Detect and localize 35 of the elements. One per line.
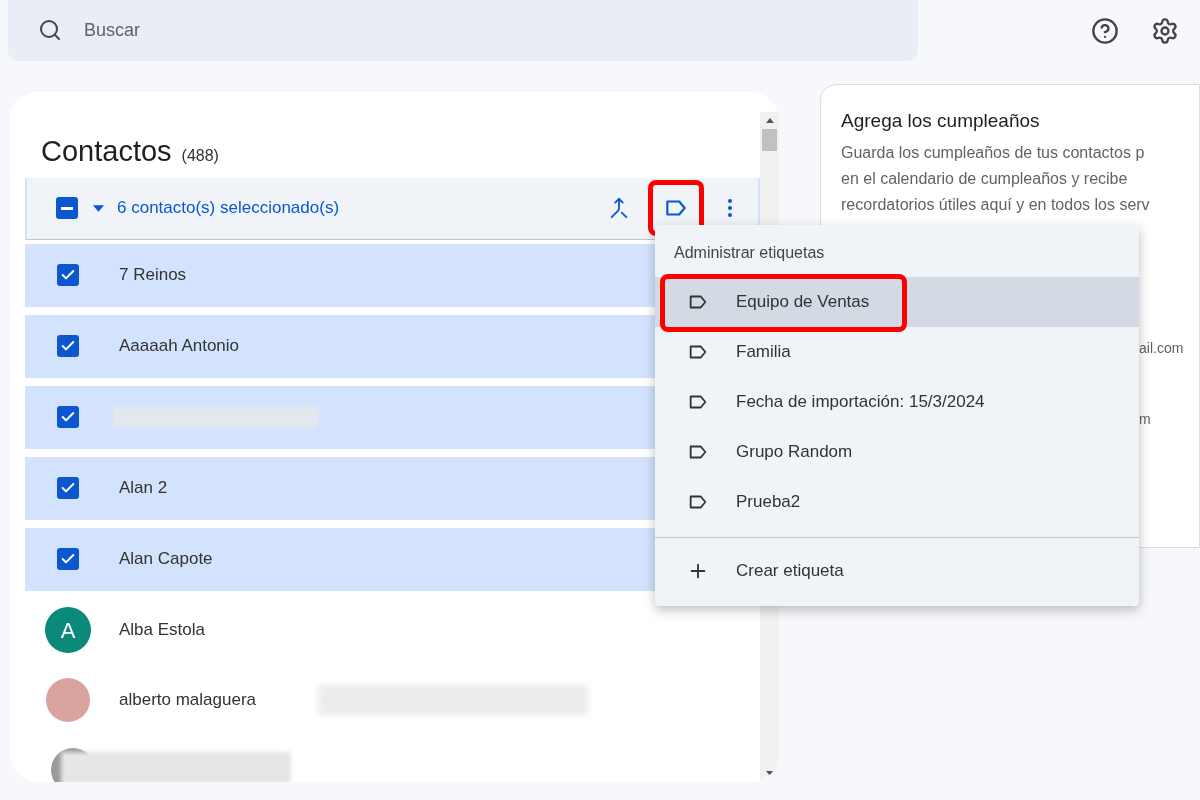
card-text-fragment: ail.com xyxy=(1139,338,1185,358)
minus-icon xyxy=(61,206,73,210)
card-text-line: recordatorios útiles aquí y en todos los serv xyxy=(841,194,1151,215)
caret-icon[interactable] xyxy=(93,204,104,212)
card-text-fragment: m xyxy=(1139,409,1152,429)
contact-name: Alba Estola xyxy=(119,619,205,642)
photo-placeholder xyxy=(46,678,90,722)
row-checkbox[interactable] xyxy=(57,406,79,428)
card-title: Agrega los cumpleaños xyxy=(841,109,1041,133)
contact-name: Alan 2 xyxy=(119,477,168,500)
menu-item-label: Fecha de importación: 15/3/2024 xyxy=(736,391,985,414)
contact-avatar: A xyxy=(45,607,91,653)
row-checkbox[interactable] xyxy=(57,264,79,286)
selection-count: 6 contacto(s) seleccionado(s) xyxy=(117,197,340,220)
card-text-line: en el calendario de cumpleaños y recibe xyxy=(841,168,1129,189)
card-text-line: Guarda los cumpleaños de tus contactos p xyxy=(841,142,1146,163)
menu-item[interactable]: Fecha de importación: 15/3/2024 xyxy=(655,377,1139,427)
search-input[interactable]: Buscar xyxy=(84,16,684,44)
help-icon[interactable] xyxy=(1091,17,1119,45)
settings-icon[interactable] xyxy=(1151,17,1179,45)
scroll-down-icon[interactable] xyxy=(765,771,774,776)
contact-name: alberto malaguera xyxy=(119,689,257,712)
row-checkbox[interactable] xyxy=(57,335,79,357)
row-checkbox[interactable] xyxy=(57,548,79,570)
contact-count: (488) xyxy=(181,146,219,166)
scroll-thumb[interactable] xyxy=(762,129,778,151)
contact-name: Alan Capote xyxy=(119,548,213,571)
search-icon xyxy=(38,18,62,42)
contact-name: 7 Reinos xyxy=(119,264,187,287)
panel-title: Contactos xyxy=(41,134,172,169)
row-checkbox[interactable] xyxy=(57,477,79,499)
contact-name: Aaaaah Antonio xyxy=(119,335,240,358)
select-all-checkbox[interactable] xyxy=(56,197,78,219)
scroll-up-icon[interactable] xyxy=(765,118,774,123)
search-field[interactable]: Buscar xyxy=(8,0,918,61)
